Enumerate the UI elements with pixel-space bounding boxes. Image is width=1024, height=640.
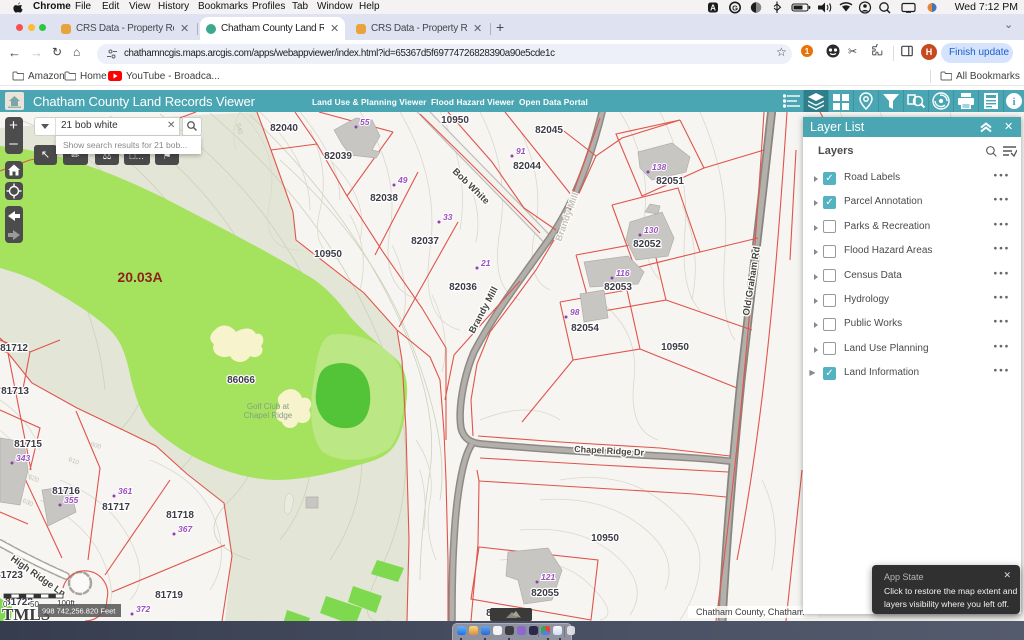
svg-text:82040: 82040 — [270, 123, 298, 134]
svg-text:81713: 81713 — [1, 386, 29, 397]
svg-text:i: i — [1012, 96, 1015, 108]
svg-text:81715: 81715 — [14, 439, 42, 450]
svg-text:82036: 82036 — [449, 282, 477, 293]
svg-text:98: 98 — [570, 307, 580, 317]
svg-text:10950: 10950 — [591, 533, 619, 544]
svg-text:49: 49 — [397, 175, 408, 185]
svg-text:138: 138 — [652, 162, 666, 172]
svg-text:21: 21 — [480, 258, 491, 268]
svg-text:81712: 81712 — [0, 343, 28, 354]
svg-text:81723: 81723 — [0, 570, 23, 581]
svg-text:82053: 82053 — [604, 282, 632, 293]
svg-text:A: A — [710, 4, 716, 13]
svg-text:86066: 86066 — [227, 375, 255, 386]
svg-text:355: 355 — [64, 495, 78, 505]
svg-text:81717: 81717 — [102, 502, 130, 513]
svg-text:20.03A: 20.03A — [117, 269, 162, 285]
svg-text:116: 116 — [616, 268, 630, 278]
svg-text:130: 130 — [644, 225, 658, 235]
svg-text:82055: 82055 — [531, 588, 559, 599]
svg-text:Chapel Ridge: Chapel Ridge — [244, 411, 293, 420]
svg-text:82044: 82044 — [513, 161, 541, 172]
svg-text:82039: 82039 — [324, 151, 352, 162]
svg-text:82052: 82052 — [633, 239, 661, 250]
svg-text:82045: 82045 — [535, 125, 563, 136]
svg-text:367: 367 — [178, 524, 193, 534]
svg-text:81718: 81718 — [166, 510, 194, 521]
svg-text:82054: 82054 — [571, 323, 599, 334]
svg-text:Golf Club at: Golf Club at — [247, 402, 290, 411]
svg-text:10950: 10950 — [441, 115, 469, 126]
svg-text:121: 121 — [541, 572, 555, 582]
svg-text:82038: 82038 — [370, 193, 398, 204]
svg-text:361: 361 — [118, 486, 132, 496]
svg-text:998 742,256.820 Feet: 998 742,256.820 Feet — [42, 607, 116, 616]
svg-text:33: 33 — [443, 212, 453, 222]
svg-text:343: 343 — [16, 453, 30, 463]
svg-text:10950: 10950 — [661, 342, 689, 353]
svg-text:G: G — [732, 4, 738, 13]
svg-text:55: 55 — [360, 117, 370, 127]
svg-text:81719: 81719 — [155, 590, 183, 601]
svg-text:10950: 10950 — [314, 249, 342, 260]
svg-text:1: 1 — [805, 47, 810, 56]
svg-text:82051: 82051 — [656, 176, 684, 187]
svg-text:82037: 82037 — [411, 236, 439, 247]
svg-text:91: 91 — [516, 146, 526, 156]
svg-text:372: 372 — [136, 604, 150, 614]
svg-text:Chatham County, Chatham: Chatham County, Chatham — [696, 607, 804, 617]
